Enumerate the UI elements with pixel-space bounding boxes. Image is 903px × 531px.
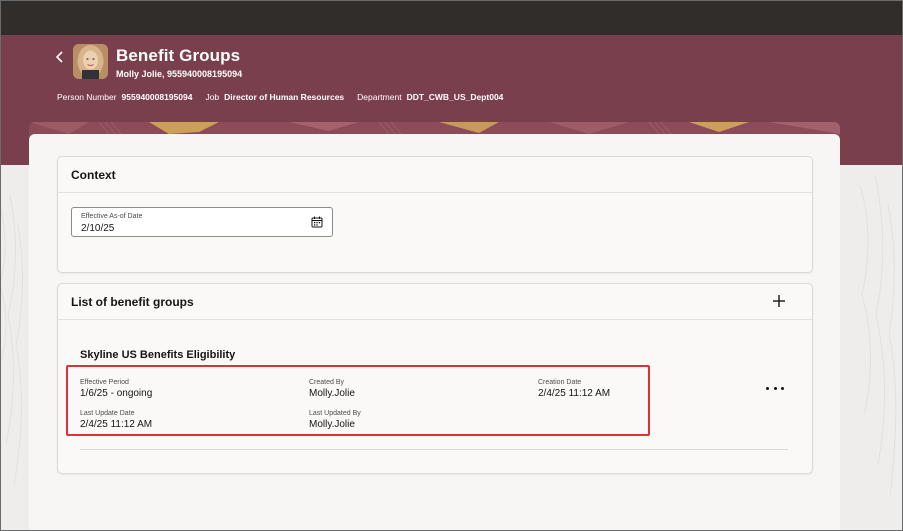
person-number-label: Person Number [57, 92, 117, 102]
job-value: Director of Human Resources [224, 92, 345, 102]
effective-date-label: Effective As-of Date [81, 213, 143, 220]
top-bar [0, 0, 903, 35]
page-title: Benefit Groups [116, 46, 241, 65]
context-heading: Context [58, 157, 812, 193]
department-label: Department [357, 92, 402, 102]
more-dot [781, 386, 784, 390]
person-meta: Person Number 955940008195094 Job Direct… [57, 92, 516, 102]
add-button[interactable] [771, 293, 787, 309]
chevron-left-icon [55, 51, 63, 63]
person-subtitle: Molly Jolie, 955940008195094 [116, 69, 243, 79]
highlight-box [66, 365, 650, 436]
back-button[interactable] [52, 49, 68, 65]
calendar-icon[interactable] [311, 216, 323, 228]
benefit-groups-heading: List of benefit groups [58, 284, 812, 320]
benefit-group-name[interactable]: Skyline US Benefits Eligibility [80, 349, 235, 361]
effective-date-field[interactable]: Effective As-of Date 2/10/25 [71, 207, 333, 237]
main-panel: Context Effective As-of Date 2/10/25 Lis… [29, 134, 840, 531]
department-value: DDT_CWB_US_Dept004 [406, 92, 504, 102]
job-label: Job [205, 92, 220, 102]
more-dot [773, 386, 777, 390]
more-dot [766, 386, 769, 390]
more-actions-button[interactable] [766, 383, 784, 393]
person-number-value: 955940008195094 [121, 92, 193, 102]
avatar [73, 44, 108, 79]
row-divider [80, 449, 788, 450]
effective-date-value: 2/10/25 [81, 223, 115, 234]
context-card: Context Effective As-of Date 2/10/25 [57, 156, 813, 273]
